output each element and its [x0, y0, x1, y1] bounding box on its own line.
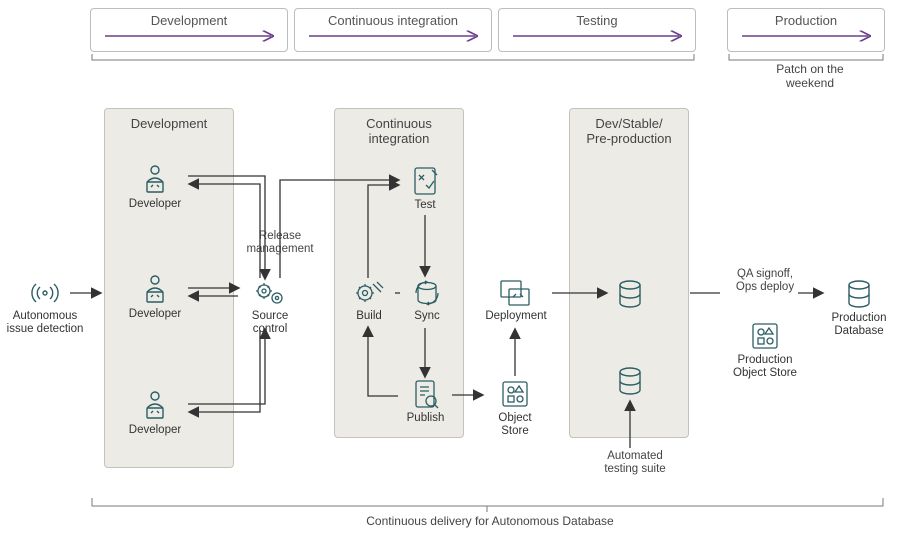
bottom-caption: Continuous delivery for Autonomous Datab… — [300, 514, 680, 528]
